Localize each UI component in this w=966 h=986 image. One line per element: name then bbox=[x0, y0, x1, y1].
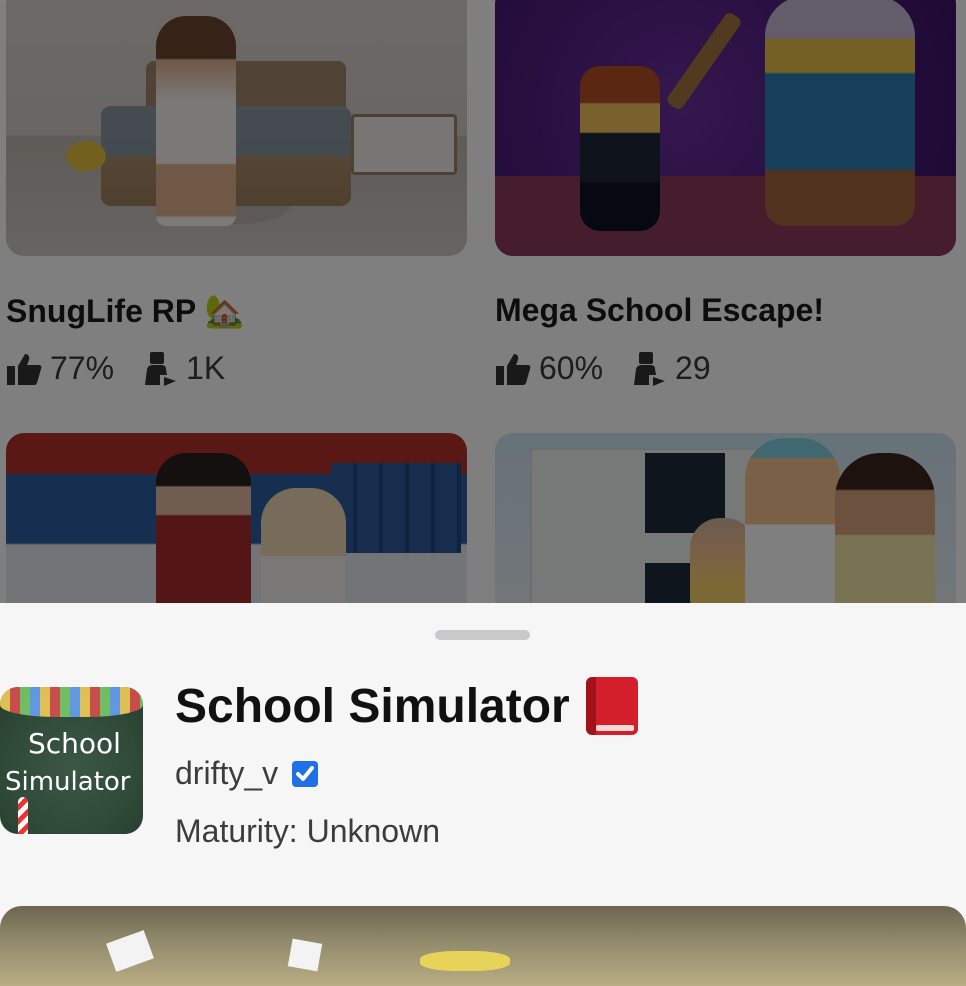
thumb-scene-detail bbox=[420, 951, 510, 971]
game-title-text: School Simulator bbox=[175, 679, 570, 733]
icon-text: School bbox=[28, 727, 121, 760]
thumb-scene-detail bbox=[287, 938, 323, 972]
creator-name: drifty_v bbox=[175, 755, 279, 791]
verified-badge-icon bbox=[292, 760, 319, 787]
game-preview-thumbnail[interactable] bbox=[0, 906, 966, 986]
icon-text: Simulator bbox=[5, 767, 131, 797]
red-book-icon bbox=[585, 677, 638, 735]
maturity-label: Maturity: Unknown bbox=[175, 813, 440, 849]
game-icon-school-simulator[interactable]: School Simulator bbox=[0, 687, 143, 834]
dim-overlay[interactable] bbox=[0, 0, 966, 603]
creator-row[interactable]: drifty_v bbox=[175, 755, 320, 792]
candy-cane-icon bbox=[18, 797, 28, 834]
game-title[interactable]: School Simulator bbox=[175, 677, 638, 735]
drag-handle[interactable] bbox=[435, 630, 530, 640]
thumb-scene-detail bbox=[0, 687, 143, 717]
game-details-sheet: School Simulator School Simulator drifty… bbox=[0, 603, 966, 986]
